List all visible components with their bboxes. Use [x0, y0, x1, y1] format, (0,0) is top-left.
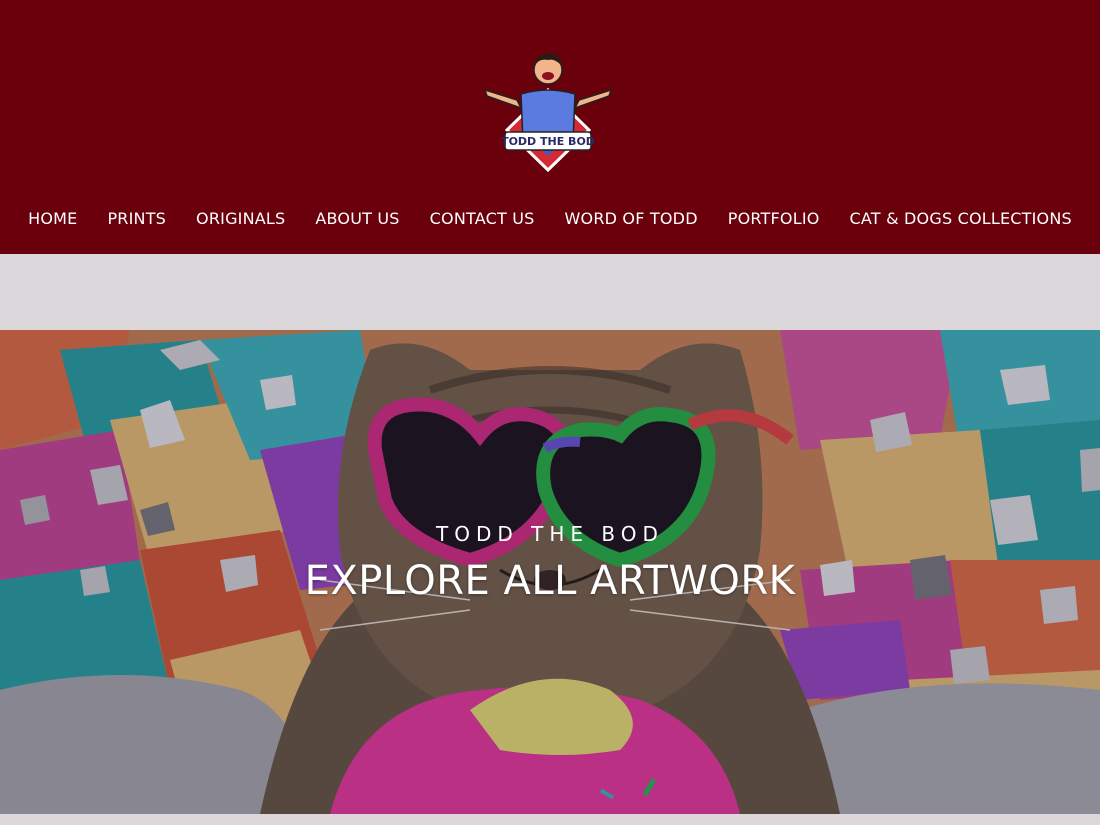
nav-prints[interactable]: PRINTS [107, 204, 166, 236]
hero-kicker: TODD THE BOD [436, 522, 664, 546]
explore-all-artwork-link[interactable]: EXPLORE ALL ARTWORK [0, 558, 1100, 604]
hero-banner[interactable]: TODD THE BOD EXPLORE ALL ARTWORK [0, 330, 1100, 814]
site-logo[interactable]: TODD THE BOD [477, 46, 619, 174]
bottom-band [0, 814, 1100, 825]
spacer-band [0, 254, 1100, 330]
nav-originals[interactable]: ORIGINALS [196, 204, 285, 236]
nav-home[interactable]: HOME [28, 204, 77, 236]
nav-contact-us[interactable]: CONTACT US [430, 204, 535, 236]
todd-the-bod-logo-icon: TODD THE BOD [483, 53, 613, 173]
nav-about-us[interactable]: ABOUT US [315, 204, 399, 236]
site-header: TODD THE BOD HOME PRINTS ORIGINALS ABOUT… [0, 0, 1100, 254]
svg-text:TODD THE BOD: TODD THE BOD [501, 135, 595, 148]
nav-cat-dogs-collections[interactable]: CAT & DOGS COLLECTIONS [850, 204, 1072, 236]
nav-word-of-todd[interactable]: WORD OF TODD [565, 204, 698, 236]
main-navigation: HOME PRINTS ORIGINALS ABOUT US CONTACT U… [0, 204, 1100, 236]
nav-portfolio[interactable]: PORTFOLIO [728, 204, 820, 236]
